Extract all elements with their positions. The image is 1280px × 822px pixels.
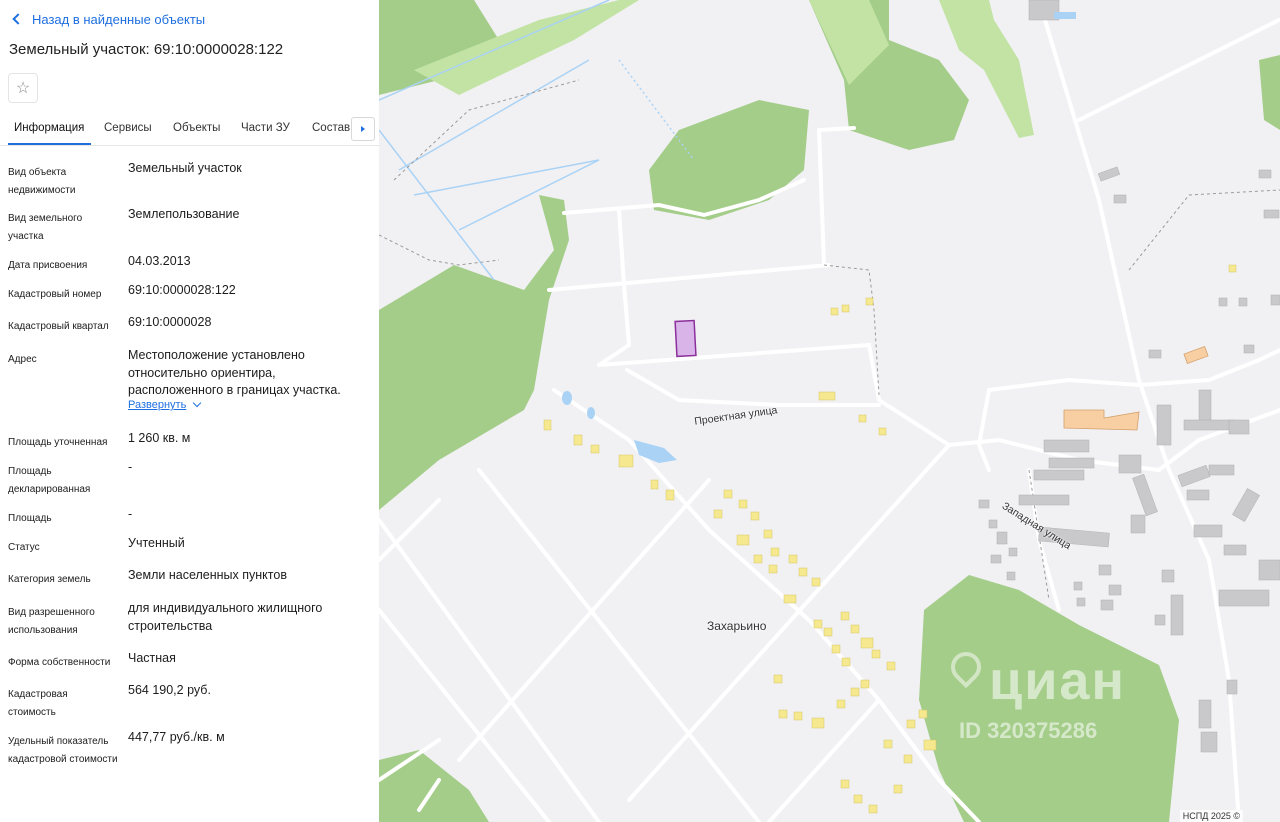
detail-label: Кадастровая стоимость	[8, 689, 68, 718]
detail-label: Форма собственности	[8, 657, 111, 668]
map-canvas[interactable]: Проектная улица Западная улица Захарьино…	[379, 0, 1280, 822]
detail-label: Вид земельного участка	[8, 213, 83, 242]
tab-composition[interactable]: Состав	[312, 122, 350, 134]
map-attribution: НСПД 2025 ©	[1179, 810, 1243, 822]
detail-label: Категория земель	[8, 574, 91, 585]
expand-label: Развернуть	[128, 399, 187, 411]
tabs-next-button[interactable]	[351, 117, 375, 141]
forest-area	[1259, 55, 1280, 130]
chevron-down-icon	[193, 398, 202, 408]
detail-value: Учтенный	[128, 536, 185, 550]
detail-label: Площадь декларированная	[8, 466, 91, 495]
detail-value: для индивидуального жилищного строительс…	[128, 601, 323, 633]
detail-label: Площадь уточненная	[8, 437, 108, 448]
detail-label: Площадь	[8, 513, 52, 524]
expand-address-link[interactable]: Развернуть	[128, 398, 202, 411]
pond	[634, 440, 677, 463]
pond	[1054, 12, 1076, 19]
detail-value: Земельный участок	[128, 161, 242, 175]
tab-services[interactable]: Сервисы	[104, 122, 152, 134]
detail-value: -	[128, 507, 133, 521]
detail-label: Вид разрешенного использования	[8, 607, 95, 636]
map-graphics	[379, 0, 1280, 822]
detail-label: Дата присвоения	[8, 260, 88, 271]
forest-area	[379, 195, 569, 510]
selected-parcel	[674, 319, 697, 358]
back-link[interactable]: Назад в найденные объекты	[10, 10, 205, 28]
detail-value: Землепользование	[128, 207, 240, 221]
favorite-button[interactable]: ☆	[8, 73, 38, 103]
tabs-bar: Информация Сервисы Объекты Части ЗУ Сост…	[0, 117, 379, 146]
tab-parts[interactable]: Части ЗУ	[241, 122, 290, 134]
detail-value: 447,77 руб./кв. м	[128, 730, 225, 744]
detail-value: Земли населенных пунктов	[128, 568, 287, 582]
detail-value: Частная	[128, 651, 176, 665]
back-link-label: Назад в найденные объекты	[32, 11, 206, 27]
forest-area	[649, 100, 809, 220]
page-title: Земельный участок: 69:10:0000028:122	[9, 41, 284, 58]
info-panel: Назад в найденные объекты Земельный учас…	[0, 0, 379, 822]
detail-value: 69:10:0000028	[128, 315, 212, 329]
watermark-id: ID 320375286	[959, 718, 1098, 743]
tab-info[interactable]: Информация	[7, 122, 92, 145]
watermark-logo: циан	[989, 651, 1127, 711]
detail-label: Кадастровый номер	[8, 289, 102, 300]
detail-label: Кадастровый квартал	[8, 321, 109, 332]
pond	[587, 407, 595, 419]
detail-label: Адрес	[8, 354, 37, 365]
village-label: Захарьино	[707, 619, 767, 633]
detail-value: 04.03.2013	[128, 254, 191, 268]
detail-label: Статус	[8, 542, 40, 553]
star-icon: ☆	[15, 80, 31, 97]
detail-value: 564 190,2 руб.	[128, 683, 211, 697]
detail-label: Удельный показатель кадастровой стоимост…	[8, 736, 118, 765]
chevron-left-icon	[12, 13, 24, 25]
detail-value: 1 260 кв. м	[128, 431, 191, 445]
detail-value: 69:10:0000028:122	[128, 283, 236, 297]
chevron-right-icon	[361, 126, 365, 132]
detail-value: Местоположение установлено относительно …	[128, 348, 341, 397]
tab-objects[interactable]: Объекты	[173, 122, 220, 134]
pond	[562, 391, 572, 405]
detail-label: Вид объекта недвижимости	[8, 167, 76, 196]
detail-value: -	[128, 460, 133, 474]
